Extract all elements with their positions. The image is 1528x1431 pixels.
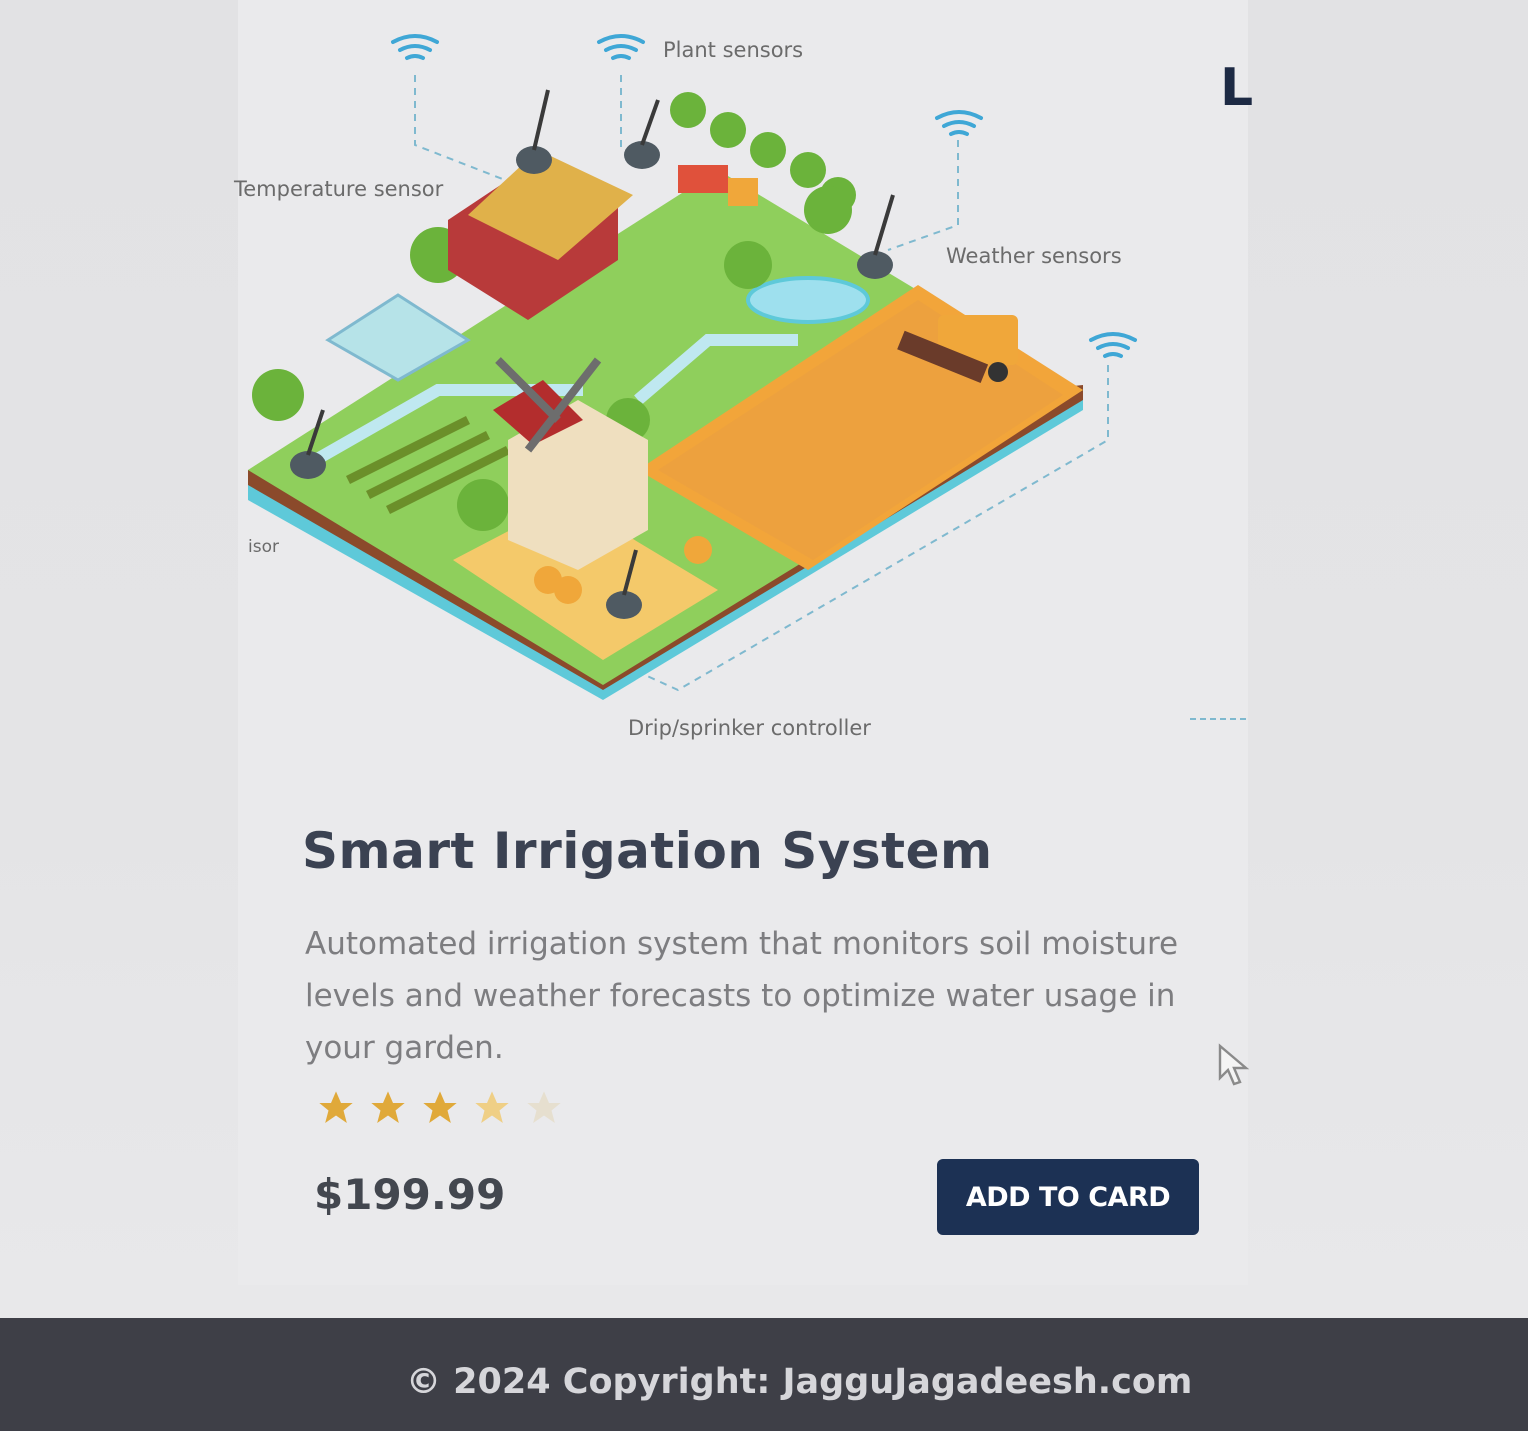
product-price: $199.99 (314, 1170, 506, 1219)
drip-controller-label: Drip/sprinker controller (628, 716, 871, 740)
next-card-logo: L (1220, 58, 1254, 118)
product-illustration: Plant sensors Temperature sensor Weather… (234, 0, 1248, 780)
star-half-icon (475, 1091, 509, 1123)
star-filled-icon (371, 1091, 405, 1123)
plant-sensors-label: Plant sensors (663, 38, 804, 62)
soil-sensor-label: isor (248, 537, 279, 557)
farm-illustration-image (248, 34, 1137, 700)
star-rating (316, 1088, 564, 1138)
temperature-sensor-label: Temperature sensor (234, 177, 444, 201)
footer-copyright: © 2024 Copyright: JagguJagadeesh.com (406, 1362, 1193, 1402)
add-to-cart-button[interactable]: ADD TO CARD (937, 1159, 1199, 1235)
weather-sensors-label: Weather sensors (946, 244, 1122, 268)
product-description: Automated irrigation system that monitor… (305, 926, 1179, 1066)
star-filled-icon (423, 1091, 457, 1123)
star-empty-icon (527, 1091, 561, 1123)
mouse-cursor-icon (1218, 1043, 1250, 1086)
star-filled-icon (319, 1091, 353, 1123)
next-card-illustration-edge (1190, 718, 1246, 720)
product-title: Smart Irrigation System (302, 822, 993, 880)
